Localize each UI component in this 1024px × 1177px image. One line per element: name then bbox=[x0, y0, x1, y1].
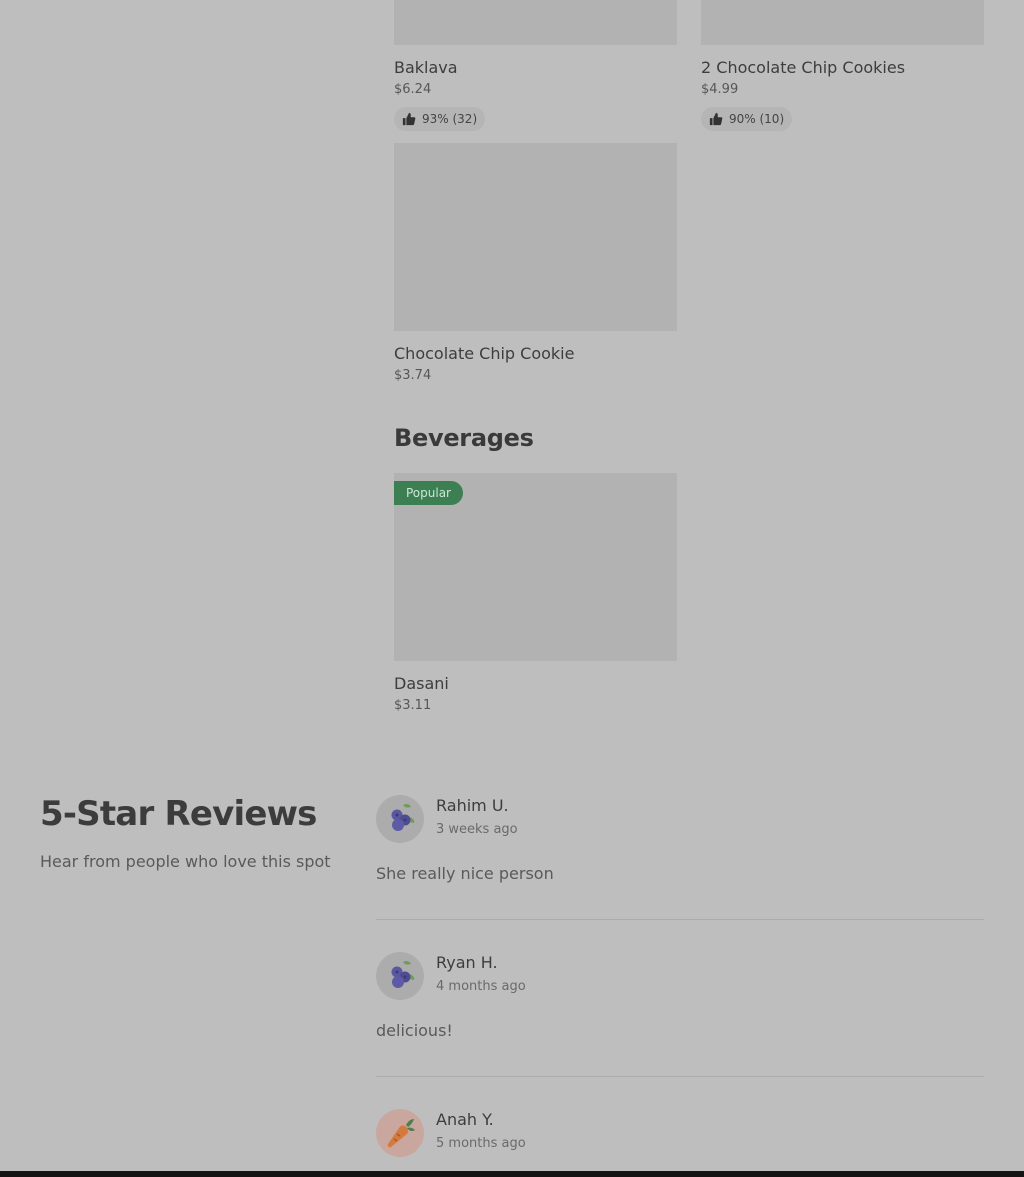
menu-item-dasani[interactable]: Popular Dasani $3.11 bbox=[394, 473, 677, 714]
reviews-subheading: Hear from people who love this spot bbox=[40, 852, 331, 871]
popular-badge: Popular bbox=[394, 481, 463, 505]
review-author: Anah Y. bbox=[436, 1110, 494, 1129]
review-author: Ryan H. bbox=[436, 953, 498, 972]
review-item: Rahim U. 3 weeks ago She really nice per… bbox=[376, 795, 984, 895]
review-item: Anah Y. 5 months ago bbox=[376, 1109, 984, 1169]
review-date: 3 weeks ago bbox=[436, 822, 518, 837]
item-price: $6.24 bbox=[394, 82, 432, 97]
review-item: Ryan H. 4 months ago delicious! bbox=[376, 952, 984, 1052]
menu-item-2-chocolate-chip-cookies[interactable]: 2 Chocolate Chip Cookies $4.99 90% (10) bbox=[701, 0, 984, 131]
section-title-beverages: Beverages bbox=[394, 424, 534, 452]
menu-item-chocolate-chip-cookie[interactable]: Chocolate Chip Cookie $3.74 bbox=[394, 143, 677, 384]
bottom-bar bbox=[0, 1171, 1024, 1177]
menu-item-baklava[interactable]: Baklava $6.24 93% (32) bbox=[394, 0, 677, 131]
item-name: Dasani bbox=[394, 674, 449, 693]
avatar bbox=[376, 1109, 424, 1157]
rating-text: 93% (32) bbox=[422, 112, 478, 126]
rating-text: 90% (10) bbox=[729, 112, 785, 126]
blueberry-icon bbox=[376, 795, 424, 843]
thumbs-up-icon bbox=[709, 112, 723, 126]
rating-badge: 93% (32) bbox=[394, 107, 486, 131]
review-text: delicious! bbox=[376, 1021, 453, 1040]
review-text: She really nice person bbox=[376, 864, 554, 883]
reviews-heading: 5-Star Reviews bbox=[40, 794, 317, 834]
avatar bbox=[376, 952, 424, 1000]
item-price: $4.99 bbox=[701, 82, 739, 97]
item-image[interactable] bbox=[394, 143, 677, 331]
item-name: 2 Chocolate Chip Cookies bbox=[701, 58, 906, 77]
review-date: 4 months ago bbox=[436, 979, 526, 994]
rating-badge: 90% (10) bbox=[701, 107, 793, 131]
item-image[interactable] bbox=[394, 0, 677, 45]
divider bbox=[376, 919, 984, 920]
thumbs-up-icon bbox=[402, 112, 416, 126]
item-price: $3.74 bbox=[394, 368, 432, 383]
item-image[interactable]: Popular bbox=[394, 473, 677, 661]
item-name: Baklava bbox=[394, 58, 458, 77]
item-price: $3.11 bbox=[394, 698, 432, 713]
divider bbox=[376, 1076, 984, 1077]
blueberry-icon bbox=[376, 952, 424, 1000]
item-name: Chocolate Chip Cookie bbox=[394, 344, 575, 363]
carrot-icon bbox=[376, 1109, 424, 1157]
avatar bbox=[376, 795, 424, 843]
review-date: 5 months ago bbox=[436, 1136, 526, 1151]
page: Baklava $6.24 93% (32) 2 Chocolate Chip … bbox=[0, 0, 1024, 1177]
review-author: Rahim U. bbox=[436, 796, 509, 815]
item-image[interactable] bbox=[701, 0, 984, 45]
